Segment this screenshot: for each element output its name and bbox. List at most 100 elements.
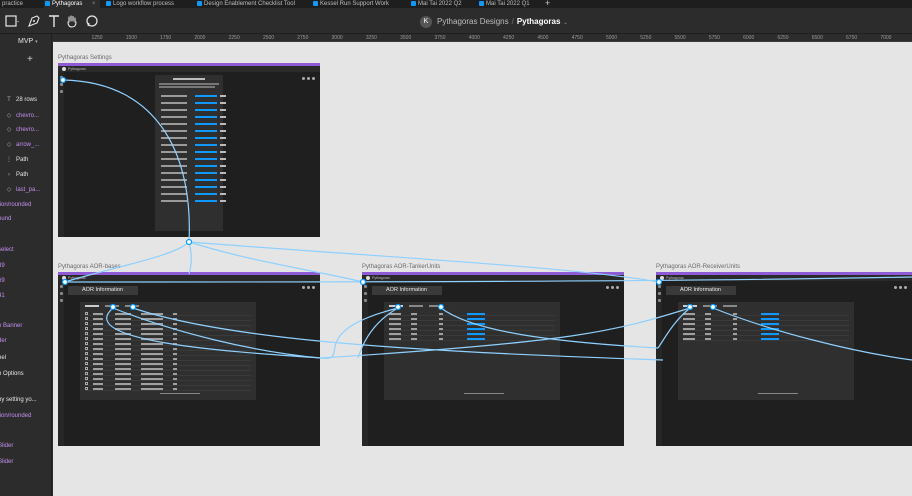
layer-item[interactable]: tion/rounded [0,199,31,211]
bases-table-panel [80,302,256,400]
canvas[interactable]: Pythagoras Settings Pythagoras Pythagora… [53,42,912,496]
connector-hub-to-bases-2[interactable] [188,241,192,275]
layer-item[interactable]: ◇ arrow_... [4,139,40,151]
frame-aor-bases[interactable]: Pythagoras AOR Information [58,272,320,446]
layer-item[interactable]: select [0,244,14,256]
comment-icon[interactable] [84,13,100,29]
tab-logo-workflow[interactable]: Logo workflow process [105,0,189,8]
pen-icon[interactable] [26,13,42,29]
frame-label-aor-tanker[interactable]: Pythagoras AOR-TankerUnits [362,264,440,270]
layer-label: tion/rounded [0,202,32,208]
tab-design-enablement[interactable]: Design Enablement Checklist Tool [196,0,300,8]
layer-item[interactable]: 69 [0,275,5,287]
add-tab-icon[interactable]: + [545,0,550,8]
breadcrumb-separator: / [511,17,514,26]
layer-item[interactable]: T 28 rows [4,94,37,106]
layer-item[interactable]: Slider [0,440,13,452]
aor-information-title: AOR Information [372,286,442,295]
layer-type-icon: ◇ [6,187,12,193]
close-icon[interactable]: × [92,0,96,8]
layer-type-icon: ◇ [6,127,12,133]
ruler-tick-label: 4000 [468,35,480,41]
hand-icon[interactable] [64,13,80,29]
tab-practice[interactable]: practice [0,0,44,8]
layer-item[interactable]: n Options [0,368,24,380]
toolbar: K Pythagoras Designs / Pythagoras ⌄ [0,8,912,34]
layers-panel: MVP ▾ + T 28 rows ◇ chevro... ◇ chevro... ◇ arro… [0,34,52,496]
layer-item[interactable]: ◇ last_pa... [4,184,41,196]
app-logo-icon [366,276,370,280]
setting-row [161,144,226,147]
file-name[interactable]: Pythagoras [517,17,561,26]
layer-label: Path [16,157,29,163]
panel-description [159,86,215,88]
tab-mai-tai-q2[interactable]: Mai Tai 2022 Q2 [410,0,470,8]
layer-type-icon: ◇ [6,113,12,119]
layer-item[interactable]: n Banner [0,320,22,332]
layer-label: n Banner [0,323,23,329]
layer-item[interactable]: ound [0,213,11,225]
header-icons [300,67,318,80]
ruler-tick-label: 6750 [846,35,858,41]
ruler-tick-label: 6500 [811,35,823,41]
ruler-tick-label: 2250 [228,35,240,41]
team-name[interactable]: Pythagoras Designs [437,17,509,26]
tanker-table-panel [384,302,560,400]
layer-label: nel [0,355,7,361]
layer-type-icon: T [7,97,11,103]
table-tabs [683,305,743,307]
layer-item[interactable]: nel [0,352,6,364]
ruler-tick-label: 1750 [160,35,172,41]
app-logo-icon [660,276,664,280]
layer-item[interactable]: ◇ chevro... [4,124,39,136]
ruler-tick-label: 2000 [194,35,206,41]
connector-node[interactable] [185,238,193,246]
layer-label: select [0,247,14,253]
table-row [85,327,251,331]
frame-label-settings[interactable]: Pythagoras Settings [58,55,112,61]
ruler-tick-label: 6250 [777,35,789,41]
tab-kessel-run[interactable]: Kessel Run Support Work [312,0,398,8]
frame-icon[interactable] [4,13,20,29]
layer-item[interactable]: 39 [0,260,5,272]
setting-row [161,193,226,196]
app-logo-icon [62,276,66,280]
layer-item[interactable]: ⋮ Path [4,154,28,166]
ruler-tick-label: 4750 [571,35,583,41]
layer-item[interactable]: Slider [0,456,13,468]
chevron-down-icon[interactable]: ⌄ [563,20,567,26]
text-icon[interactable] [46,13,62,29]
setting-row [161,179,226,182]
tab-mai-tai-q1[interactable]: Mai Tai 2022 Q1 [478,0,538,8]
add-page-icon[interactable]: + [27,54,33,65]
layer-item[interactable]: 41 [0,290,5,302]
tab-label: practice [2,1,24,7]
file-icon [479,1,484,6]
frame-settings[interactable]: Pythagoras [58,63,320,237]
frame-aor-receiver-units[interactable]: Pythagoras AOR Information [656,272,912,446]
layer-label: 69 [0,278,5,284]
layer-item[interactable]: tion/rounded [0,410,31,422]
tab-pythagoras[interactable]: Pythagoras × [44,0,100,8]
ruler-tick-label: 5250 [640,35,652,41]
page-selector[interactable]: MVP ▾ [18,38,38,45]
layer-item[interactable]: › Path [4,169,28,181]
layer-item[interactable]: by setting yo... [0,394,37,406]
project-breadcrumb[interactable]: K Pythagoras Designs / Pythagoras ⌄ [420,15,568,29]
app-name: Pythagoras [68,276,86,280]
layer-label: Slider [0,459,14,465]
table-tabs [389,305,449,307]
ruler-tick-label: 2500 [262,35,275,41]
frame-aor-tanker-units[interactable]: Pythagoras AOR Information [362,272,624,446]
table-row [85,372,251,376]
app-header: Pythagoras [58,275,320,289]
setting-row [161,102,226,105]
ruler-tick-label: 4250 [503,35,515,41]
layer-item[interactable]: der [0,335,7,347]
layer-label: tion/rounded [0,413,32,419]
frame-label-aor-receiver[interactable]: Pythagoras AOR-ReceiverUnits [656,264,740,270]
frame-label-aor-bases[interactable]: Pythagoras AOR-bases [58,264,121,270]
ruler-tick-label: 4500 [537,35,549,41]
layer-item[interactable]: ◇ chevro... [4,110,39,122]
ruler-tick-label: 3000 [331,35,343,41]
